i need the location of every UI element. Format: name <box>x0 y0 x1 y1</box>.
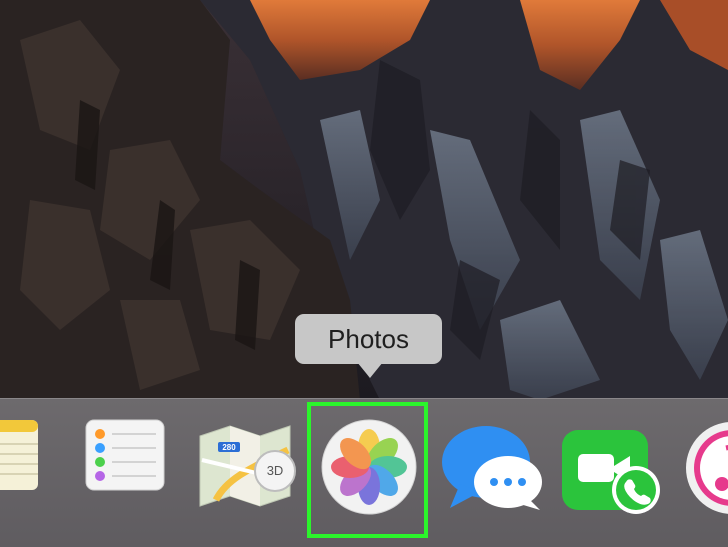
itunes-icon <box>686 422 728 514</box>
messages-icon <box>442 426 542 510</box>
reminders-icon <box>85 419 165 491</box>
dock-item-itunes[interactable] <box>682 420 728 516</box>
dock-item-facetime[interactable] <box>560 426 664 514</box>
tooltip-arrow <box>357 362 383 378</box>
dock-item-notes[interactable] <box>0 416 42 492</box>
dock-item-reminders[interactable] <box>84 418 166 492</box>
dock-item-messages[interactable] <box>440 424 546 512</box>
facetime-icon <box>562 430 660 514</box>
maps-3d-label: 3D <box>266 463 284 478</box>
maps-route-label: 280 <box>222 443 236 452</box>
photos-tooltip: Photos <box>295 314 442 364</box>
maps-3d-button[interactable]: 3D <box>254 450 296 492</box>
photos-highlight-box <box>307 402 428 538</box>
dock-item-maps[interactable]: 280 3D <box>196 420 298 512</box>
notes-icon <box>0 420 38 490</box>
